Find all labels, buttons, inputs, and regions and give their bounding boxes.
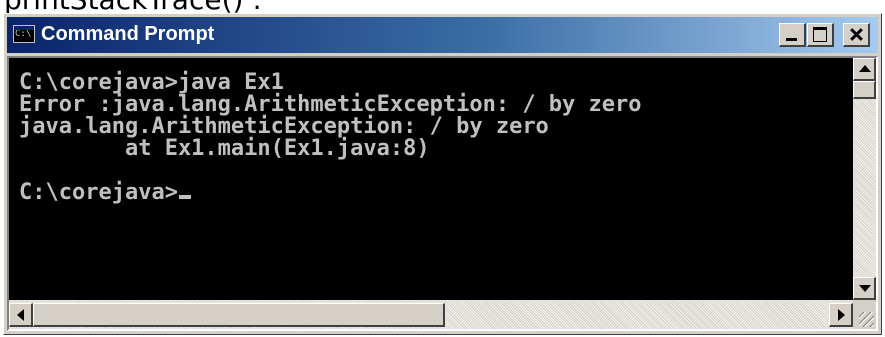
vertical-scroll-thumb[interactable] [853,81,876,99]
scroll-left-arrow-icon[interactable] [9,303,33,327]
console-line: at Ex1.main(Ex1.java:8) [19,136,430,161]
title-bar[interactable]: C:\ Command Prompt [7,17,878,53]
scroll-down-arrow-icon[interactable] [853,277,876,300]
console-frame: C:\corejava>java Ex1 Error :java.lang.Ari… [7,56,878,331]
resize-grip-icon[interactable] [853,300,876,329]
scroll-right-arrow-icon[interactable] [829,303,853,327]
minimize-button[interactable] [779,23,806,47]
maximize-button[interactable] [807,23,834,47]
console-prompt-line: C:\corejava> [19,182,853,204]
text-cursor [178,195,191,199]
horizontal-scrollbar[interactable] [9,300,853,329]
console-line: java.lang.ArithmeticException: / by zero [19,114,549,139]
page-caption: printStackTrace() : [4,0,262,14]
horizontal-scroll-thumb[interactable] [33,303,445,327]
console-output[interactable]: C:\corejava>java Ex1 Error :java.lang.Ari… [9,58,853,300]
vertical-scrollbar[interactable] [853,58,876,300]
close-button[interactable] [843,23,870,47]
console-line: Error :java.lang.ArithmeticException: / … [19,92,642,117]
scroll-up-arrow-icon[interactable] [853,58,876,81]
command-prompt-window: C:\ Command Prompt C:\corejava>java Ex1 E… [3,13,882,335]
console-app-icon[interactable]: C:\ [13,25,35,43]
console-line: C:\corejava>java Ex1 [19,70,284,95]
console-prompt: C:\corejava> [19,180,178,205]
window-title: Command Prompt [41,23,215,45]
